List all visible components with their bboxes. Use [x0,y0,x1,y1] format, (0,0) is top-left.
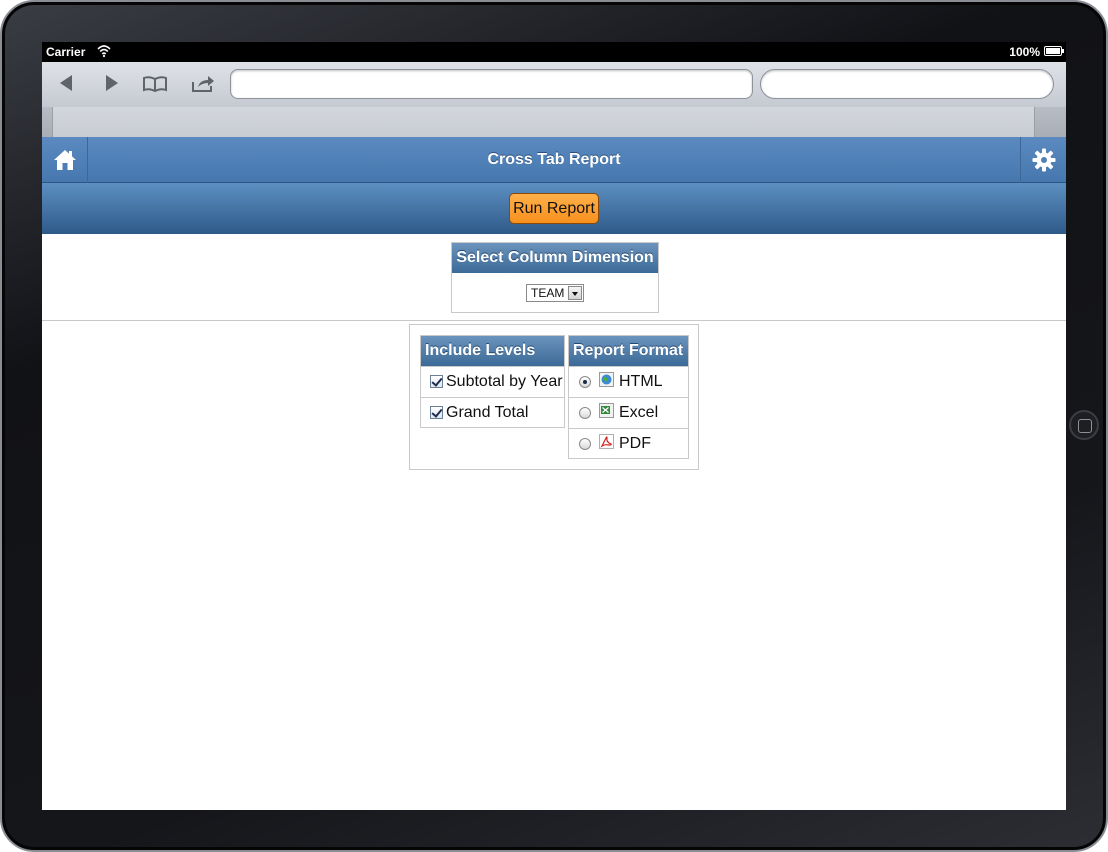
screen: Carrier 100% Cross Tab Report Run Report… [42,42,1066,810]
excel-radio[interactable] [579,407,591,419]
format-option-pdf: PDF [569,428,688,459]
browser-tab[interactable] [52,107,1035,137]
share-icon[interactable] [190,72,216,94]
column-dimension-select[interactable]: TEAM [526,284,584,302]
excel-label: Excel [619,404,659,421]
app-header: Cross Tab Report [42,137,1066,183]
report-options-panel: Include Levels Subtotal by Year Grand To… [409,324,699,470]
page-title: Cross Tab Report [487,151,621,168]
battery-percent: 100% [1009,45,1040,59]
include-levels-heading: Include Levels [421,336,564,366]
excel-icon [599,403,614,418]
pdf-label: PDF [619,435,651,452]
level-option-grand-total: Grand Total [421,397,564,428]
html-label: HTML [619,373,663,390]
format-option-html: HTML [569,366,688,397]
include-levels-panel: Include Levels Subtotal by Year Grand To… [420,335,565,428]
gear-icon [1032,148,1056,172]
chevron-down-icon [568,286,582,300]
status-bar: Carrier 100% [42,42,1066,62]
back-icon[interactable] [54,72,80,94]
run-report-button[interactable]: Run Report [509,193,599,224]
carrier-label: Carrier [46,45,86,59]
format-option-excel: Excel [569,397,688,428]
column-dimension-heading: Select Column Dimension [452,243,658,273]
device-home-button[interactable] [1069,410,1099,440]
grand-total-checkbox[interactable] [430,406,443,419]
column-dimension-panel: Select Column Dimension TEAM [451,242,659,313]
browser-toolbar [42,62,1066,107]
battery-icon [1044,46,1064,56]
report-format-panel: Report Format HTML Excel PDF [568,335,689,459]
globe-icon [599,372,614,387]
grand-total-label: Grand Total [446,404,529,421]
column-dimension-section: Select Column Dimension TEAM [42,234,1066,321]
wifi-icon [97,45,111,58]
address-bar[interactable] [230,69,753,99]
report-format-heading: Report Format [569,336,688,366]
level-option-subtotal: Subtotal by Year [421,366,564,397]
browser-search-field[interactable] [760,69,1054,99]
forward-icon[interactable] [98,72,124,94]
report-toolbar: Run Report [42,183,1066,234]
tab-strip [42,107,1066,137]
pdf-icon [599,434,614,449]
html-radio[interactable] [579,376,591,388]
pdf-radio[interactable] [579,438,591,450]
column-dimension-value: TEAM [531,286,565,300]
bookmarks-icon[interactable] [142,72,168,94]
settings-button[interactable] [1020,137,1066,183]
subtotal-label: Subtotal by Year [446,373,563,390]
subtotal-checkbox[interactable] [430,375,443,388]
